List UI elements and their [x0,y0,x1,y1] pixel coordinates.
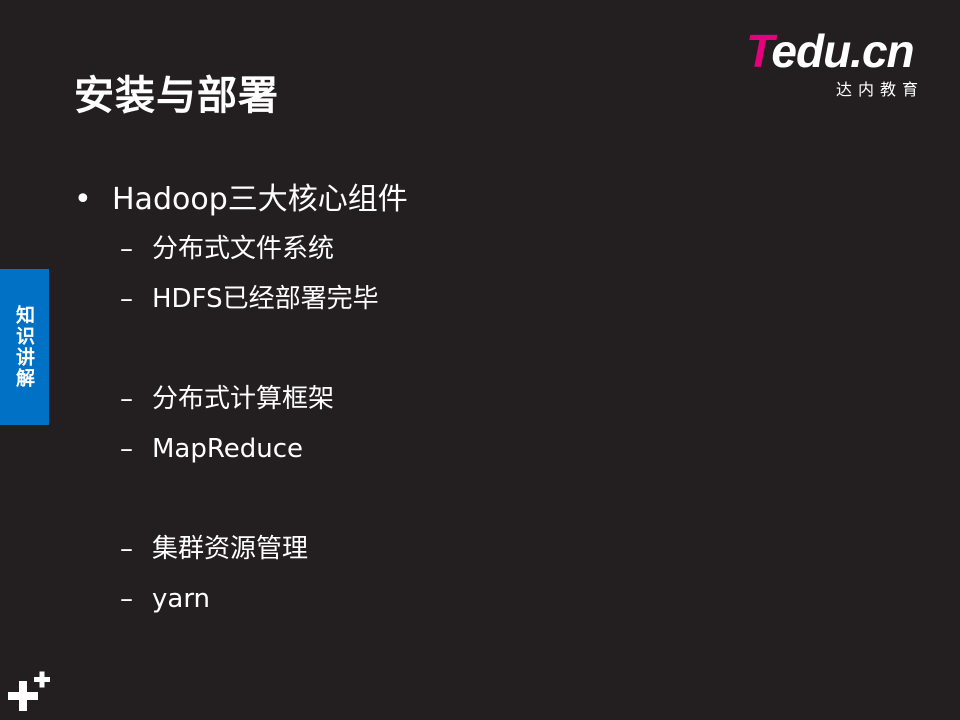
sub-item: – 集群资源管理 [74,524,894,574]
dash-marker: – [120,584,133,614]
bullet-marker: • [74,182,92,217]
sub-item-text: 集群资源管理 [152,534,309,564]
sub-item: – 分布式文件系统 [74,224,894,274]
slide: 安装与部署 Tedu.cn 达内教育 知识讲解 • Hadoop三大核心组件 –… [0,0,960,720]
sub-item: – MapReduce [74,424,894,474]
sub-item-text: 分布式计算框架 [152,384,335,414]
side-tab-label: 知识讲解 [13,305,35,389]
slide-title: 安装与部署 [74,73,279,119]
tedu-logo: Tedu.cn 达内教育 [746,26,936,104]
dash-marker: – [120,234,133,264]
plus-icon [8,671,50,711]
side-tab: 知识讲解 [0,269,49,425]
dash-marker: – [120,534,133,564]
dash-marker: – [120,434,133,464]
sub-item: – 分布式计算框架 [74,374,894,424]
bullet-text: Hadoop三大核心组件 [112,182,408,217]
bullet-item: • Hadoop三大核心组件 [74,176,894,224]
logo-wordmark: Tedu.cn [746,25,915,77]
dash-marker: – [120,284,133,314]
sub-item: – HDFS已经部署完毕 [74,274,894,324]
sub-item-text: HDFS已经部署完毕 [152,284,379,314]
dash-marker: – [120,384,133,414]
sub-item-text: 分布式文件系统 [152,234,335,264]
logo-word-rest: edu.cn [771,25,914,77]
logo-subtitle: 达内教育 [835,80,924,99]
slide-content: • Hadoop三大核心组件 – 分布式文件系统 – HDFS已经部署完毕 – … [74,176,894,624]
sub-item-text: MapReduce [152,434,304,464]
logo-letter-t: T [746,25,772,77]
sub-item-text: yarn [152,584,211,614]
sub-item: – yarn [74,574,894,624]
